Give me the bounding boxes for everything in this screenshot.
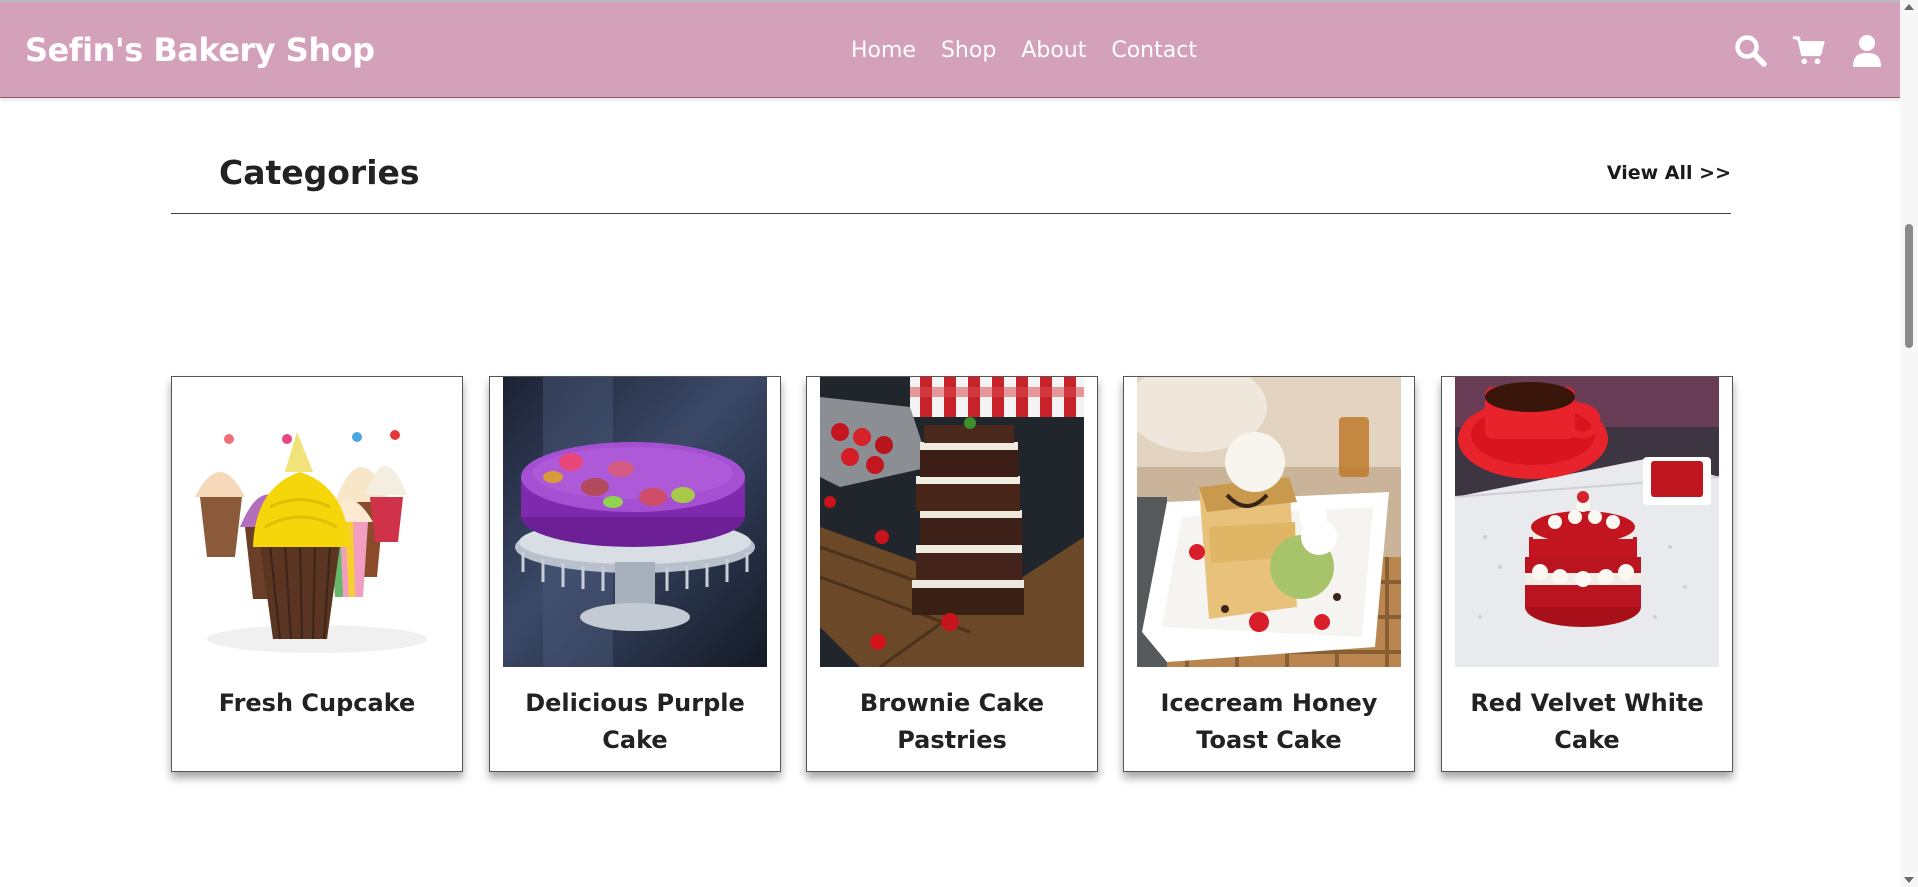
categories-header: Categories View All >> (171, 148, 1731, 214)
cart-icon[interactable] (1792, 34, 1825, 67)
nav-shop[interactable]: Shop (941, 38, 996, 63)
page-scrollbar[interactable] (1900, 0, 1918, 887)
cupcakes-image (185, 377, 449, 667)
nav-about[interactable]: About (1021, 38, 1086, 63)
navbar: Sefin's Bakery Shop Home Shop About Cont… (0, 0, 1900, 98)
page: Sefin's Bakery Shop Home Shop About Cont… (0, 0, 1918, 887)
nav-links: Home Shop About Contact (851, 2, 1197, 98)
category-card-fresh-cupcake[interactable]: Fresh Cupcake (171, 376, 463, 772)
brand-logo[interactable]: Sefin's Bakery Shop (25, 2, 375, 98)
category-name: Red Velvet White Cake (1470, 689, 1704, 754)
nav-icons (1734, 2, 1883, 98)
category-name: Icecream Honey Toast Cake (1160, 689, 1378, 754)
scroll-down-icon[interactable] (1904, 877, 1914, 883)
red-velvet-image (1455, 377, 1719, 667)
category-card-red-velvet-white-cake[interactable]: Red Velvet White Cake (1441, 376, 1733, 772)
brownie-image (820, 377, 1084, 667)
nav-home[interactable]: Home (851, 38, 916, 63)
category-card-icecream-honey-toast-cake[interactable]: Icecream Honey Toast Cake (1123, 376, 1415, 772)
nav-contact[interactable]: Contact (1111, 38, 1197, 63)
category-cards: Fresh Cupcake Delicious Purple Cake Brow… (171, 376, 1733, 772)
purple-cake-image (503, 377, 767, 667)
category-card-delicious-purple-cake[interactable]: Delicious Purple Cake (489, 376, 781, 772)
view-all-link[interactable]: View All >> (1607, 162, 1731, 184)
categories-title: Categories (219, 153, 420, 192)
search-icon[interactable] (1734, 34, 1767, 67)
user-icon[interactable] (1850, 34, 1883, 67)
scroll-up-icon[interactable] (1904, 4, 1914, 10)
honey-toast-image (1137, 377, 1401, 667)
category-card-brownie-cake-pastries[interactable]: Brownie Cake Pastries (806, 376, 1098, 772)
category-name: Delicious Purple Cake (525, 689, 745, 754)
category-name: Fresh Cupcake (218, 689, 416, 717)
category-name: Brownie Cake Pastries (859, 689, 1045, 754)
scrollbar-thumb[interactable] (1905, 224, 1913, 348)
